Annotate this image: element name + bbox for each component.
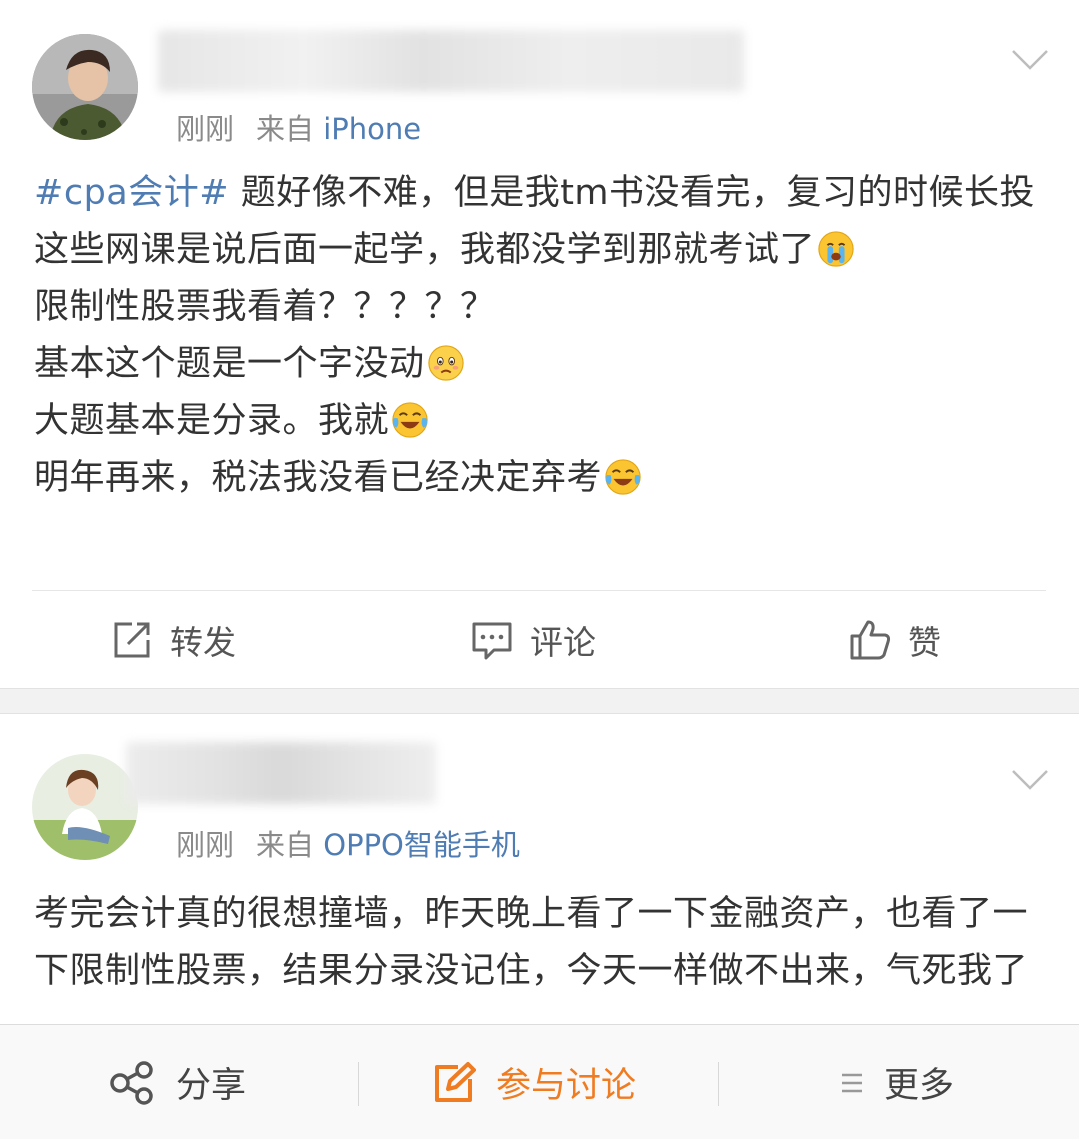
divider — [32, 590, 1046, 591]
menu-icon — [842, 1073, 862, 1092]
avatar[interactable] — [32, 754, 138, 860]
weibo-post: 刚刚 来自 iPhone #cpa会计# 题好像不难，但是我tm书没看完，复习的时… — [0, 0, 1079, 688]
sad-face-emoji — [427, 345, 464, 381]
comment-label: 评论 — [530, 623, 596, 662]
post-paragraph-5: 明年再来，税法我没看已经决定弃考 — [34, 450, 1044, 507]
post-meta: 刚刚 来自 OPPO智能手机 — [176, 822, 520, 864]
from-label: 来自 — [256, 828, 315, 862]
post-line: 大题基本是分录。我就 — [34, 401, 390, 441]
share-button[interactable]: 分享 — [108, 1025, 246, 1139]
comment-button[interactable]: 评论 — [470, 592, 596, 688]
post-meta: 刚刚 来自 iPhone — [176, 106, 421, 148]
crying-face-emoji — [818, 231, 854, 267]
discuss-button[interactable]: 参与讨论 — [432, 1025, 636, 1139]
share-icon — [110, 1060, 153, 1105]
post-paragraph-1: 考完会计真的很想撞墙，昨天晚上看了一下金融资产，也看了一下限制性股票，结果分录没… — [34, 894, 1029, 991]
chevron-down-icon[interactable] — [1011, 768, 1049, 792]
post-time: 刚刚 — [176, 112, 235, 146]
post-line: 基本这个题是一个字没动 — [34, 344, 425, 384]
post-line: 明年再来，税法我没看已经决定弃考 — [34, 458, 603, 498]
thumbs-up-icon — [850, 620, 891, 660]
more-label: 更多 — [884, 1066, 955, 1106]
username-blurred[interactable] — [158, 30, 744, 92]
share-label: 分享 — [176, 1066, 247, 1106]
post-source[interactable]: iPhone — [323, 112, 421, 146]
discuss-label: 参与讨论 — [496, 1066, 637, 1106]
toolbar-divider — [358, 1062, 359, 1106]
repost-icon — [114, 622, 150, 658]
feed-separator — [0, 688, 1079, 714]
post-paragraph-1: #cpa会计# 题好像不难，但是我tm书没看完，复习的时候长投这些网课是说后面一… — [34, 165, 1044, 279]
compose-icon — [435, 1061, 476, 1102]
post-paragraph-2: 限制性股票我看着？？？？？ — [34, 287, 496, 327]
post-body: 考完会计真的很想撞墙，昨天晚上看了一下金融资产，也看了一下限制性股票，结果分录没… — [34, 886, 1044, 1000]
post-time: 刚刚 — [176, 828, 235, 862]
laughing-tears-emoji — [392, 402, 428, 438]
toolbar-divider — [718, 1062, 719, 1106]
topic-hashtag[interactable]: #cpa会计# — [34, 173, 229, 213]
bottom-toolbar: 分享 参与讨论 更多 — [0, 1024, 1079, 1139]
post-actions: 转发 评论 赞 — [0, 592, 1079, 688]
chevron-down-icon[interactable] — [1011, 48, 1049, 72]
like-label: 赞 — [908, 623, 941, 662]
like-button[interactable]: 赞 — [848, 592, 941, 688]
post-paragraph-4: 大题基本是分录。我就 — [34, 393, 1044, 450]
laughing-tears-emoji — [605, 459, 641, 495]
from-label: 来自 — [256, 112, 315, 146]
post-paragraph-3: 基本这个题是一个字没动 — [34, 336, 1044, 393]
post-body: #cpa会计# 题好像不难，但是我tm书没看完，复习的时候长投这些网课是说后面一… — [34, 165, 1044, 507]
repost-button[interactable]: 转发 — [110, 592, 236, 688]
repost-label: 转发 — [170, 623, 236, 662]
avatar[interactable] — [32, 34, 138, 140]
more-button[interactable]: 更多 — [840, 1025, 954, 1139]
post-source[interactable]: OPPO智能手机 — [323, 828, 520, 862]
username-blurred[interactable] — [126, 742, 436, 804]
comment-icon — [472, 622, 512, 660]
